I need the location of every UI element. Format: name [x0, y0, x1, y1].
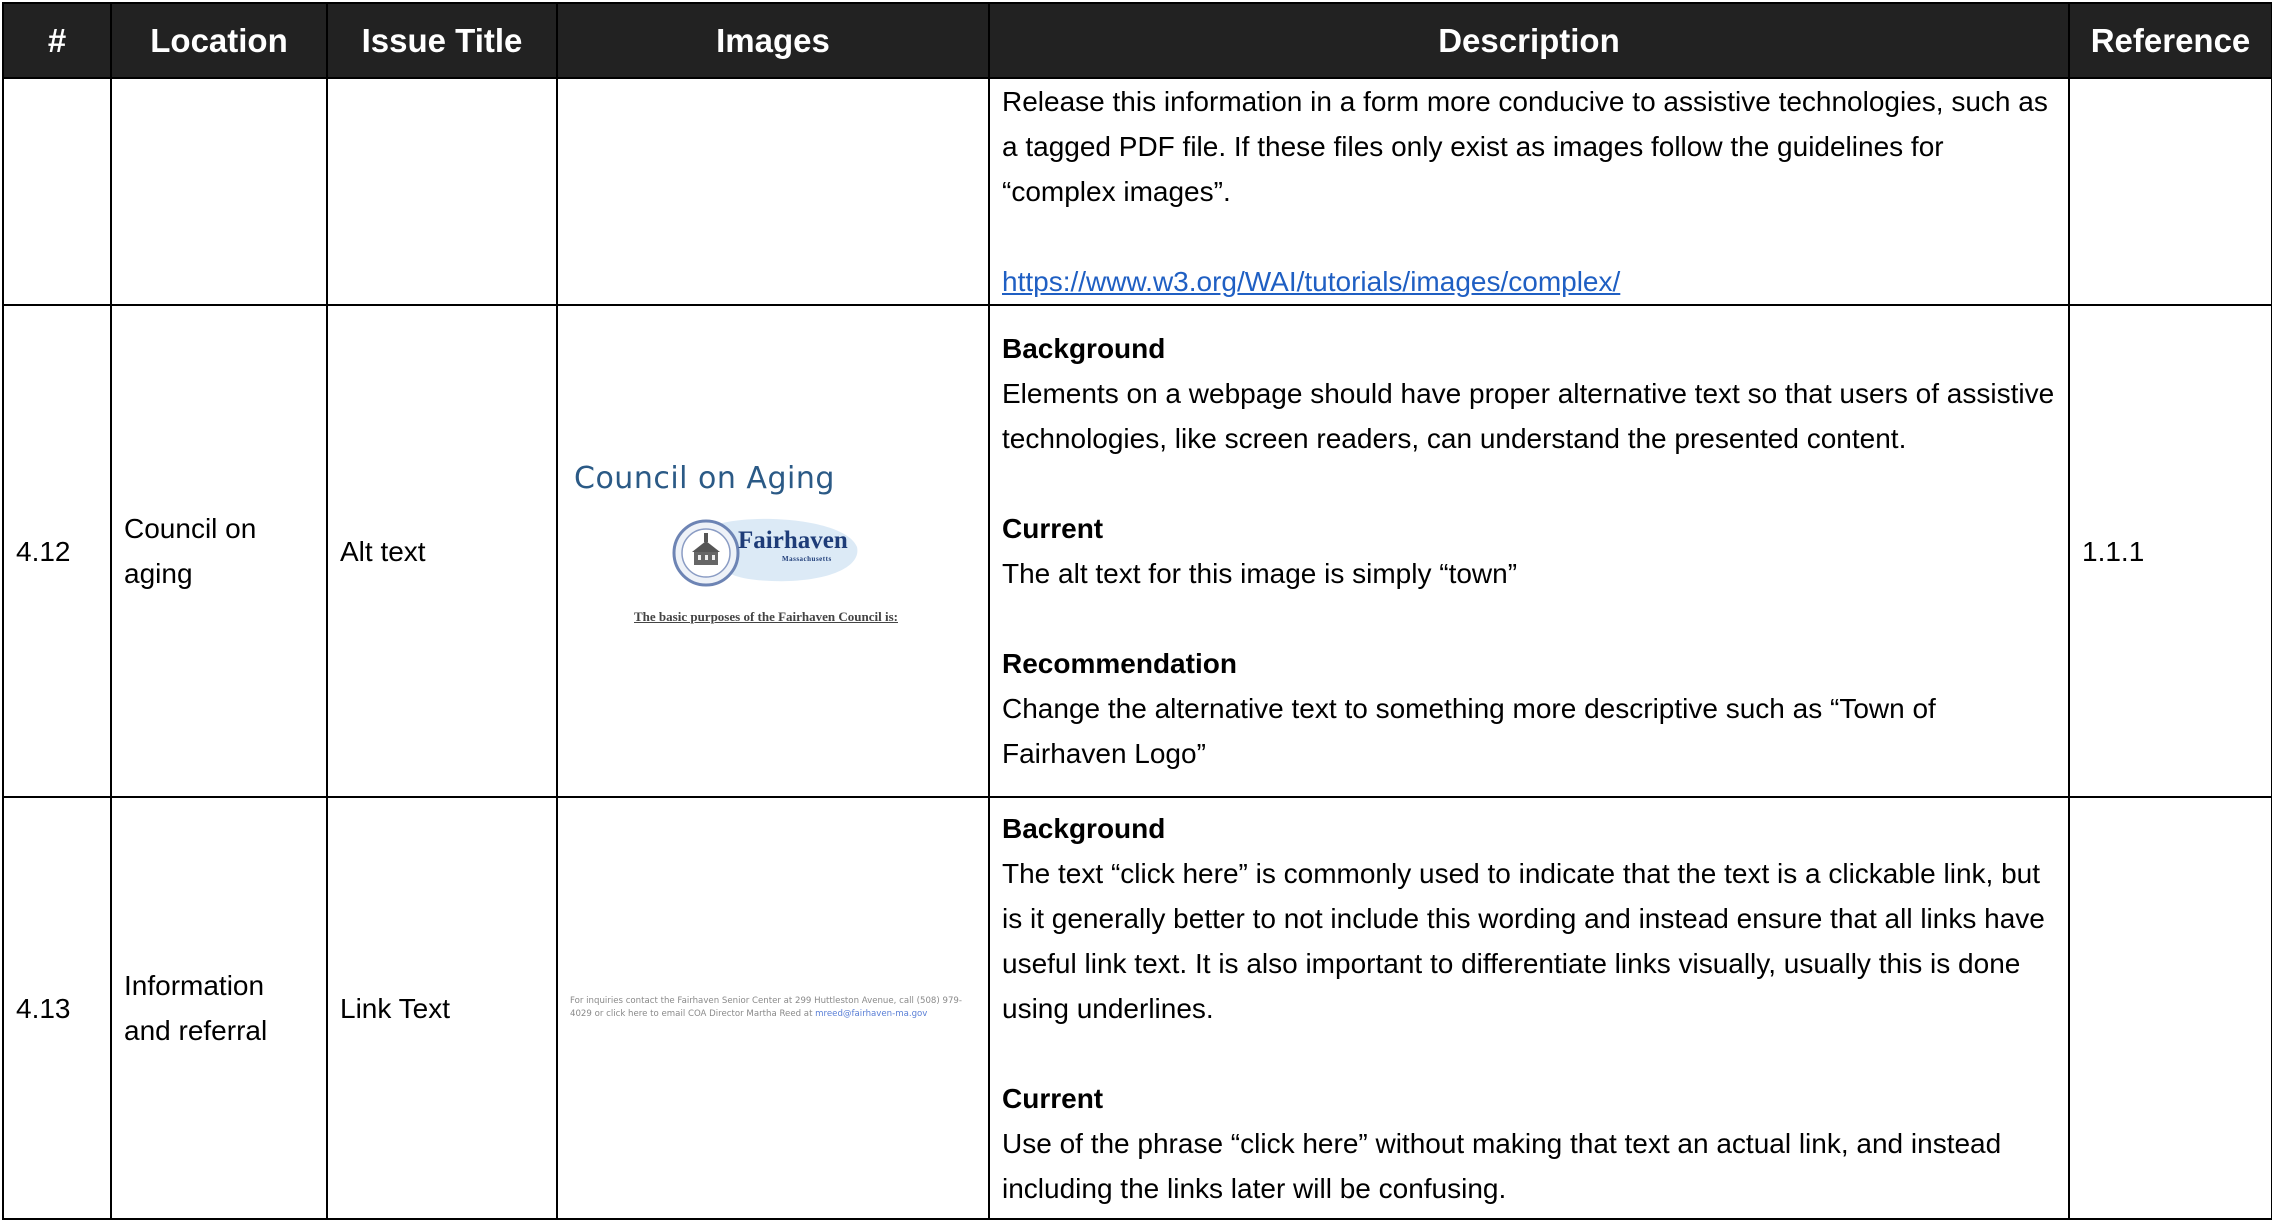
complex-images-link[interactable]: https://www.w3.org/WAI/tutorials/images/… [1002, 266, 1620, 297]
row-reference [2068, 796, 2272, 1220]
header-images: Images [556, 2, 990, 79]
accessibility-issues-table: # Location Issue Title Images Descriptio… [2, 2, 2272, 1220]
background-text: Elements on a webpage should have proper… [1002, 378, 2055, 454]
current-text: Use of the phrase “click here” without m… [1002, 1127, 2002, 1204]
header-num: # [2, 2, 112, 79]
background-heading: Background [1002, 812, 1166, 844]
current-heading: Current [1002, 513, 1104, 544]
row-num [2, 77, 112, 306]
screenshot-caption: The basic purposes of the Fairhaven Coun… [634, 609, 898, 624]
screenshot-title: Council on Aging [574, 461, 835, 496]
recommendation-text: Change the alternative text to something… [1002, 693, 1936, 769]
row-description: Release this information in a form more … [988, 77, 2070, 306]
recommendation-heading: Recommendation [1002, 648, 1237, 679]
table-row: Release this information in a form more … [2, 77, 2272, 306]
header-reference: Reference [2068, 2, 2272, 79]
table-header-row: # Location Issue Title Images Descriptio… [2, 2, 2272, 79]
row-issue-title: Alt text [326, 304, 558, 798]
contact-email: mreed@fairhaven-ma.gov [815, 1009, 928, 1019]
row-images [556, 77, 990, 306]
row-location [110, 77, 328, 306]
logo-wordmark: Fairhaven [738, 527, 848, 554]
header-description: Description [988, 2, 2070, 79]
logo-subtitle: Massachusetts [782, 555, 832, 563]
header-location: Location [110, 2, 328, 79]
row-images: Council on Aging Fairhaven Massachusetts… [556, 304, 990, 798]
table-row: 4.12 Council on aging Alt text Council o… [2, 304, 2272, 798]
contact-info-screenshot: For inquiries contact the Fairhaven Seni… [570, 995, 980, 1021]
fairhaven-logo: Fairhaven Massachusetts [672, 517, 862, 589]
current-heading: Current [1002, 1082, 1104, 1114]
row-reference [2068, 77, 2272, 306]
row-description: Background Elements on a webpage should … [988, 304, 2070, 798]
current-text: The alt text for this image is simply “t… [1002, 558, 1518, 589]
row-reference: 1.1.1 [2068, 304, 2272, 798]
row-issue-title [326, 77, 558, 306]
table-row: 4.13 Information and referral Link Text … [2, 796, 2272, 1220]
row-location: Council on aging [110, 304, 328, 798]
header-issue-title: Issue Title [326, 2, 558, 79]
description-text: Release this information in a form more … [1002, 86, 2048, 207]
row-location: Information and referral [110, 796, 328, 1220]
council-on-aging-screenshot: Council on Aging Fairhaven Massachusetts… [570, 461, 980, 641]
row-num: 4.13 [2, 796, 112, 1220]
row-images: For inquiries contact the Fairhaven Seni… [556, 796, 990, 1220]
background-text: The text “click here” is commonly used t… [1002, 857, 2045, 1024]
row-issue-title: Link Text [326, 796, 558, 1220]
row-description: Background The text “click here” is comm… [988, 796, 2070, 1220]
background-heading: Background [1002, 333, 1166, 364]
row-num: 4.12 [2, 304, 112, 798]
